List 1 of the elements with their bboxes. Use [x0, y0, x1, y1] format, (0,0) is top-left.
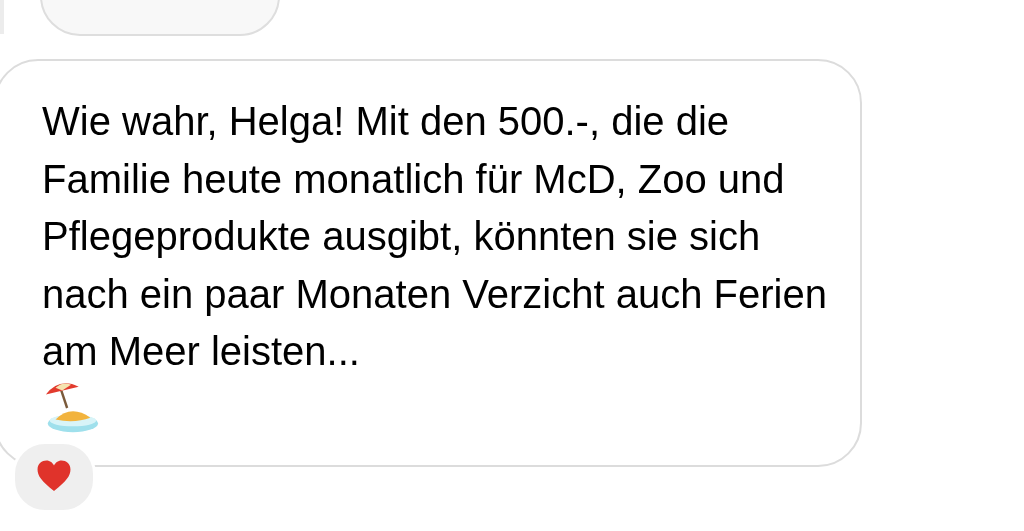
message-text: Wie wahr, Helga! Mit den 500.-, die die Familie heute monatlich für McD, Zoo und Pflegeprodukte ausgibt, könnten sie sich nach ein paar Monaten Verzicht auch Ferien am Meer leisten... [42, 98, 828, 375]
